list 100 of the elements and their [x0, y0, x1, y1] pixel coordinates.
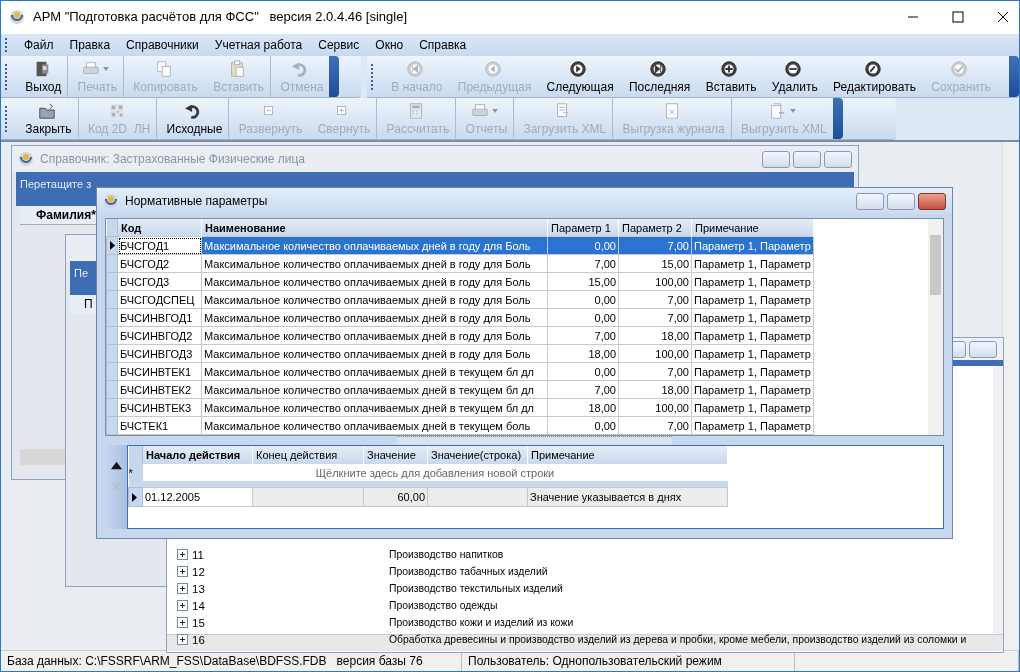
table-cell: Максимальное количество оплачиваемых дней в текущем бл дл [201, 380, 548, 399]
toolbar-button[interactable]: Последняя [619, 56, 697, 97]
table-cell: 7,00 [618, 416, 692, 435]
toolbar-button[interactable]: Удалить [762, 56, 824, 97]
table-cell: Максимальное количество оплачиваемых дней в году для Боль [201, 236, 548, 255]
column-header[interactable]: Примечание [691, 219, 814, 237]
folder-icon [37, 101, 56, 120]
menu-item[interactable]: Файл [16, 38, 62, 52]
expand-icon[interactable] [177, 634, 188, 645]
column-header[interactable]: Примечание [527, 446, 728, 464]
splitter[interactable] [397, 436, 672, 445]
document-export-icon [768, 101, 787, 120]
column-header[interactable]: Конец действия [252, 446, 364, 464]
up-arrow-icon[interactable] [110, 461, 122, 470]
column-header[interactable]: Параметр 2 [618, 219, 692, 237]
table-cell: 0,00 [547, 290, 619, 309]
table-cell: 7,00 [547, 254, 619, 273]
status-text: База данных: C:\FSSRF\ARM_FSS\DataBase\BDFSS.FDB [7, 654, 327, 668]
toolbar-button[interactable]: Вставить [696, 56, 763, 97]
scrollbar[interactable] [1002, 142, 1019, 650]
table-cell: БЧСИНВТЕК3 [117, 398, 202, 417]
app-logo-icon [103, 193, 119, 209]
window-title: Нормативные параметры [125, 194, 268, 208]
column-header[interactable]: Значение(строка) [427, 446, 528, 464]
table-row[interactable]: БЧСИНВТЕК1 Максимальное количество оплачиваемых дней в текущем бл дл 0,00 7,00 Параметр 1, Параметр [106, 362, 814, 381]
tree-cell-text: 16 [191, 633, 206, 646]
expand-icon[interactable] [177, 600, 188, 611]
table-cell: Максимальное количество оплачиваемых дней в году для Боль [201, 254, 548, 273]
menu-item[interactable]: Правка [61, 38, 119, 52]
toolbar-button[interactable]: Исходные [156, 98, 229, 139]
table-cell: 15,00 [618, 254, 692, 273]
new-row-marker: * [128, 466, 133, 479]
expand-icon[interactable] [177, 549, 188, 560]
table-cell: 0,00 [547, 308, 619, 327]
column-header[interactable]: Начало действия [142, 446, 253, 464]
table-row[interactable]: БЧСИНВТЕК3 Максимальное количество оплачиваемых дней в текущем бл дл 18,00 100,00 Параметр 1, Параметр [106, 398, 814, 417]
table-row[interactable]: БЧСГОД2 Максимальное количество оплачиваемых дней в году для Боль 7,00 15,00 Параметр 1, Параметр [106, 254, 814, 273]
document-x-icon [663, 101, 681, 120]
column-header[interactable]: Значение [363, 446, 428, 464]
table-row[interactable]: БЧСИНВГОД2 Максимальное количество оплачиваемых дней в году для Боль 7,00 18,00 Параметр 1, Параметр [106, 326, 814, 345]
column-header[interactable]: П [84, 297, 93, 311]
tree-cell-text: 11 [191, 548, 205, 561]
group-hint: Перетащите з [20, 178, 92, 190]
table-row[interactable]: БЧСИНВГОД3 Максимальное количество оплачиваемых дней в году для Боль 18,00 100,00 Параметр 1, Параметр [106, 344, 814, 363]
menu-item[interactable]: Сервис [310, 38, 368, 52]
table-row[interactable]: БЧСГОДСПЕЦ Максимальное количество оплачиваемых дней в году для Боль 0,00 7,00 Параметр 1, Параметр [106, 290, 814, 309]
plus-circle-icon [720, 59, 739, 78]
toolbar-button[interactable]: Редактировать [823, 56, 922, 97]
menu-item[interactable]: Окно [367, 38, 412, 52]
table-row[interactable]: БЧСИНВТЕК2 Максимальное количество оплачиваемых дней в текущем бл дл 7,00 18,00 Параметр 1, Параметр [106, 380, 814, 399]
table-row[interactable]: БЧСТЕК1 Максимальное количество оплачиваемых дней в текущем боль 0,00 7,00 Параметр 1, Параметр [106, 416, 814, 435]
menu-item[interactable]: Справочники [118, 38, 207, 52]
maximize-icon[interactable] [952, 10, 964, 23]
minimize-button[interactable] [856, 192, 884, 210]
tree-cell: Производство текстильных изделий [389, 583, 563, 594]
table-cell: 18,00 [547, 344, 619, 363]
table-cell: Максимальное количество оплачиваемых дней в текущем боль [201, 416, 548, 435]
table-cell: 100,00 [618, 344, 692, 363]
window-title: АРМ "Подготовка расчётов для ФСС" версия 2.0.4.46 [single] [33, 9, 407, 24]
table-cell: Параметр 1, Параметр [691, 344, 814, 363]
table-cell: 7,00 [618, 290, 692, 309]
new-row-hint[interactable]: Щёлкните здесь для добавления новой строки [142, 464, 728, 481]
table-cell: Максимальное количество оплачиваемых дней в текущем бл дл [201, 362, 548, 381]
scrollbar[interactable] [993, 366, 1003, 634]
table-cell: Максимальное количество оплачиваемых дней в году для Боль [201, 326, 548, 345]
table-cell: Максимальное количество оплачиваемых дней в году для Боль [201, 308, 548, 327]
menu-item[interactable]: Учетная работа [206, 38, 311, 52]
toolbar-button[interactable]: Выход [16, 56, 68, 97]
table-cell: Параметр 1, Параметр [691, 326, 814, 345]
scrollbar[interactable] [167, 634, 1003, 651]
table-cell: БЧСТЕК1 [117, 416, 202, 435]
table-row[interactable]: БЧСГОД1 Максимальное количество оплачиваемых дней в году для Боль 0,00 7,00 Параметр 1, Параметр [106, 236, 814, 255]
tree-cell: Обработка древесины и производство изделий из дерева и пробки, кроме мебели, производство изделий из соломки и [389, 634, 967, 645]
table-row[interactable]: БЧСГОД3 Максимальное количество оплачиваемых дней в году для Боль 15,00 100,00 Параметр 1, Параметр [106, 272, 814, 291]
expand-icon[interactable] [177, 566, 188, 577]
table-cell: БЧСГОД3 [117, 272, 202, 291]
tree-cell-text: 12 [191, 565, 206, 578]
column-header[interactable]: Параметр 1 [547, 219, 619, 237]
app-logo-icon [18, 151, 34, 167]
table-row[interactable]: БЧСИНВГОД1 Максимальное количество оплачиваемых дней в году для Боль 0,00 7,00 Параметр 1, Параметр [106, 308, 814, 327]
table-cell: Параметр 1, Параметр [691, 272, 814, 291]
toolbar-button[interactable]: Следующая [537, 56, 620, 97]
table-cell: Параметр 1, Параметр [691, 254, 814, 273]
menu-item[interactable]: Справка [411, 38, 475, 52]
close-button[interactable] [918, 192, 946, 210]
table-cell: 60,00 [363, 487, 428, 507]
table-cell: Максимальное количество оплачиваемых дней в текущем бл дл [201, 398, 548, 417]
table-row[interactable]: 01.12.2005 60,00 Значение указывается в днях [128, 487, 728, 507]
column-header[interactable]: Наименование [201, 219, 548, 237]
tree-cell-text: 15 [191, 616, 206, 629]
close-icon[interactable] [997, 10, 1009, 23]
column-header[interactable]: Фамилия* [36, 208, 96, 222]
tree-cell: Производство одежды [389, 600, 498, 611]
expand-icon[interactable] [177, 583, 188, 594]
expand-icon[interactable] [177, 617, 188, 628]
toolbar-button[interactable]: Закрыть [16, 98, 78, 139]
table-cell: 7,00 [618, 362, 692, 381]
scrollbar[interactable] [928, 219, 943, 435]
app-logo-icon [9, 8, 25, 25]
column-header[interactable]: Код [117, 219, 202, 237]
